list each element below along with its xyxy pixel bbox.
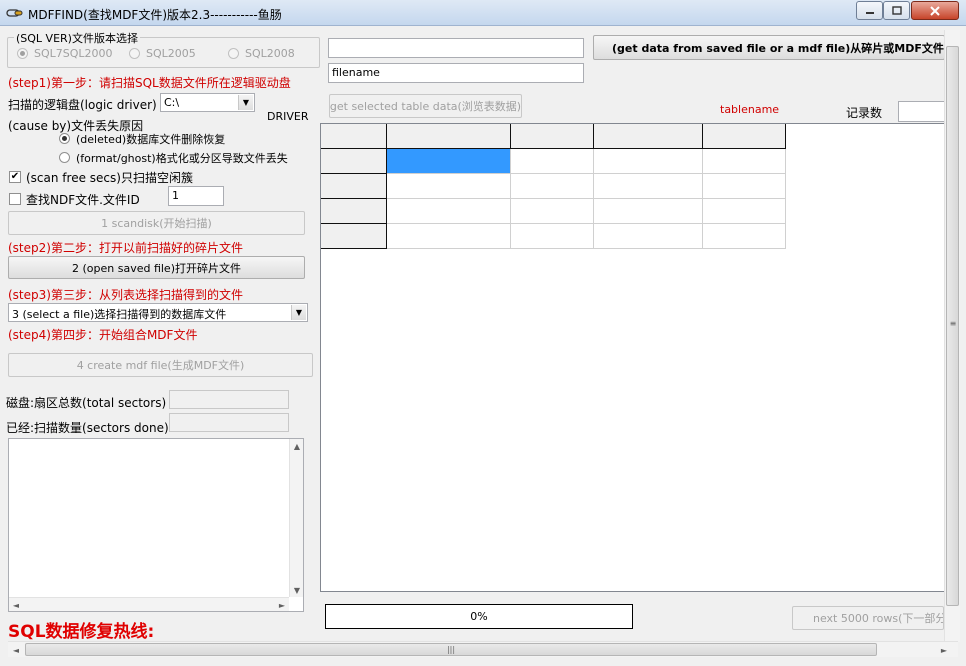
hotline-label: SQL数据修复热线:: [8, 622, 155, 642]
ndf-file-id-input[interactable]: 1: [168, 186, 224, 206]
scroll-left-icon[interactable]: ◄: [8, 642, 24, 658]
radio-format-ghost-label: (format/ghost)格式化或分区导致文件丢失: [76, 152, 288, 165]
grid-column-header[interactable]: [387, 124, 511, 149]
tablename-label: tablename: [720, 103, 780, 116]
maximize-icon: [891, 6, 902, 15]
grid-column-header[interactable]: [703, 124, 786, 149]
grid-cell[interactable]: [703, 199, 786, 224]
checkmark-icon: ✔: [10, 171, 20, 182]
driver-label: DRIVER: [267, 110, 309, 123]
window-vertical-scrollbar[interactable]: ≡: [944, 30, 960, 642]
get-data-button[interactable]: (get data from saved file or a mdf file)…: [593, 35, 945, 60]
grid-cell-selected[interactable]: [387, 149, 511, 174]
scroll-right-icon[interactable]: ►: [936, 642, 952, 658]
radio-sql2005[interactable]: [129, 48, 140, 59]
grid-corner-header: [321, 124, 387, 149]
scan-free-label: (scan free secs)只扫描空闲簇: [26, 171, 193, 185]
grid-cell[interactable]: [511, 174, 594, 199]
drive-select-value: C:\: [164, 96, 180, 109]
grid-cell[interactable]: [511, 149, 594, 174]
grid-cell[interactable]: [387, 224, 511, 249]
scroll-right-icon[interactable]: ►: [275, 598, 289, 612]
grid-row-header[interactable]: [321, 149, 387, 174]
data-grid[interactable]: [320, 123, 946, 592]
step4-title: (step4)第四步：开始组合MDF文件: [8, 328, 198, 342]
file-select[interactable]: 3 (select a file)选择扫描得到的数据库文件 ▼: [8, 303, 308, 322]
drive-label: 扫描的逻辑盘(logic driver): [8, 98, 157, 112]
grid-cell[interactable]: [594, 199, 703, 224]
window-title: MDFFIND(查找MDF文件)版本2.3-----------鱼肠: [28, 8, 282, 22]
grid-cell[interactable]: [387, 199, 511, 224]
grid-cell[interactable]: [594, 224, 703, 249]
grid-column-header[interactable]: [594, 124, 703, 149]
minimize-button[interactable]: [856, 1, 883, 20]
grid-cell[interactable]: [703, 224, 786, 249]
radio-format-ghost[interactable]: [59, 152, 70, 163]
minimize-icon: [865, 11, 874, 14]
step1-title: (step1)第一步：请扫描SQL数据文件所在逻辑驱动盘: [8, 76, 291, 90]
radio-sql2008[interactable]: [228, 48, 239, 59]
progress-bar: 0%: [325, 604, 633, 629]
grid-cell[interactable]: [703, 174, 786, 199]
open-saved-file-button[interactable]: 2 (open saved file)打开碎片文件: [8, 256, 305, 279]
total-sectors-label: 磁盘:扇区总数(total sectors): [6, 396, 167, 410]
window-vscroll-thumb[interactable]: ≡: [946, 46, 959, 606]
create-mdf-button[interactable]: 4 create mdf file(生成MDF文件): [8, 353, 313, 377]
close-icon: [930, 5, 940, 16]
step2-title: (step2)第二步：打开以前扫描好的碎片文件: [8, 241, 243, 255]
record-count-label: 记录数: [846, 106, 883, 120]
source-path-input[interactable]: [328, 38, 584, 58]
log-textarea[interactable]: ▲ ▼ ◄ ►: [8, 438, 304, 612]
close-button[interactable]: [911, 1, 959, 20]
log-horizontal-scrollbar[interactable]: ◄ ►: [9, 597, 289, 611]
scroll-up-icon[interactable]: ▲: [290, 439, 304, 453]
app-icon: [6, 9, 23, 17]
record-count-input[interactable]: [898, 101, 946, 122]
browse-table-data-button[interactable]: get selected table data(浏览表数据): [329, 94, 522, 118]
window-horizontal-scrollbar[interactable]: ◄ ||| ►: [8, 641, 958, 657]
radio-sql2008-label: SQL2008: [245, 47, 295, 60]
chevron-down-icon: ▼: [291, 305, 306, 320]
grid-cell[interactable]: [511, 199, 594, 224]
grid-cell[interactable]: [511, 224, 594, 249]
grid-cell[interactable]: [594, 149, 703, 174]
radio-deleted-label: (deleted)数据库文件删除恢复: [76, 133, 226, 146]
grid-cell[interactable]: [703, 149, 786, 174]
window-hscroll-thumb[interactable]: |||: [25, 643, 877, 656]
next-rows-button[interactable]: next 5000 rows(下一部分数: [792, 606, 944, 630]
step3-title: (step3)第三步：从列表选择扫描得到的文件: [8, 288, 243, 302]
grid-row-header[interactable]: [321, 224, 387, 249]
file-select-value: 3 (select a file)选择扫描得到的数据库文件: [12, 308, 227, 321]
scan-free-checkbox[interactable]: ✔: [9, 171, 21, 183]
radio-sql2005-label: SQL2005: [146, 47, 196, 60]
scandisk-button[interactable]: 1 scandisk(开始扫描): [8, 211, 305, 235]
filename-input[interactable]: filename: [328, 63, 584, 83]
grid-row-header[interactable]: [321, 199, 387, 224]
grid-row-header[interactable]: [321, 174, 387, 199]
grip-icon: ≡: [949, 318, 957, 328]
sectors-done-field: [169, 413, 289, 432]
radio-sql2000[interactable]: [17, 48, 28, 59]
ndf-checkbox[interactable]: [9, 193, 21, 205]
chevron-down-icon: ▼: [238, 95, 253, 110]
progress-text: 0%: [470, 610, 488, 623]
grip-icon: |||: [446, 645, 456, 654]
scroll-down-icon[interactable]: ▼: [290, 583, 304, 597]
grid-cell[interactable]: [387, 174, 511, 199]
grid-cell[interactable]: [594, 174, 703, 199]
title-bar: MDFFIND(查找MDF文件)版本2.3-----------鱼肠: [0, 0, 966, 26]
radio-deleted[interactable]: [59, 133, 70, 144]
drive-select[interactable]: C:\ ▼: [160, 93, 255, 112]
maximize-button[interactable]: [883, 1, 910, 20]
scroll-left-icon[interactable]: ◄: [9, 598, 23, 612]
sectors-done-label: 已经:扫描数量(sectors done): [6, 421, 169, 435]
grid-column-header[interactable]: [511, 124, 594, 149]
total-sectors-field: [169, 390, 289, 409]
sql-version-legend: (SQL VER)文件版本选择: [14, 30, 140, 46]
log-vertical-scrollbar[interactable]: ▲ ▼: [289, 439, 303, 597]
radio-sql2000-label: SQL7SQL2000: [34, 47, 113, 60]
ndf-label: 查找NDF文件.文件ID: [26, 193, 140, 207]
